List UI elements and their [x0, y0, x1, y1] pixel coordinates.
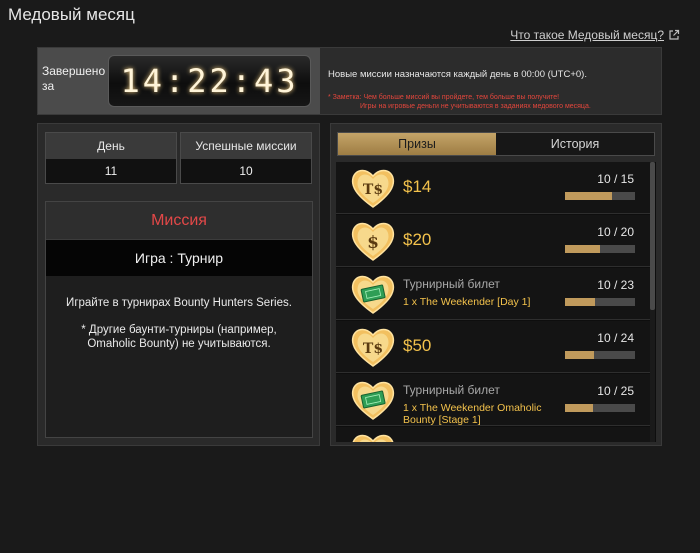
mission-note: * Заметка: Чем больше миссий вы пройдете… — [328, 93, 658, 111]
progress-bar — [565, 245, 635, 253]
countdown-box: Завершено за 14:22:43 — [38, 48, 320, 114]
mission-text-2: * Другие баунти-турниры (например, Omaho… — [81, 324, 277, 350]
mission-schedule-info: Новые миссии назначаются каждый день в 0… — [328, 69, 587, 80]
prize-row: T$ — [336, 427, 651, 442]
prize-description: 1 x The Weekender Omaholic Bounty [Stage… — [403, 402, 542, 426]
progress-text: 10 / 23 — [597, 278, 634, 292]
day-stat: День 11 — [45, 132, 177, 184]
mission-title: Миссия — [46, 202, 312, 240]
progress-text: 10 / 20 — [597, 225, 634, 239]
progress-fill — [565, 298, 596, 306]
progress-fill — [565, 404, 593, 412]
success-label: Успешные миссии — [181, 133, 311, 159]
prize-row: Турнирный билет 1 x The Weekender [Day 1]… — [336, 268, 651, 320]
progress-text: 10 / 25 — [597, 384, 634, 398]
ticket-heart-icon — [350, 379, 396, 421]
success-value: 10 — [239, 164, 253, 178]
mission-text-1: Играйте в турнирах Bounty Hunters Series… — [66, 297, 292, 309]
prize-amount: $50 — [403, 336, 432, 355]
note-line-2: Игры на игровые деньги не учитываются в … — [360, 103, 591, 110]
ts-heart-icon: T$ — [350, 326, 396, 368]
progress-text: 10 / 24 — [597, 331, 634, 345]
svg-text:T$: T$ — [363, 182, 383, 198]
scrollbar[interactable] — [650, 162, 655, 442]
timer-text: 14:22:43 — [120, 62, 299, 100]
scroll-thumb[interactable] — [650, 162, 655, 310]
progress-bar — [565, 192, 635, 200]
mission-game: Игра : Турнир — [46, 240, 312, 276]
progress-bar — [565, 351, 635, 359]
mission-description: Играйте в турнирах Bounty Hunters Series… — [46, 276, 312, 437]
progress-bar — [565, 298, 635, 306]
prize-description: 1 x The Weekender [Day 1] — [403, 296, 531, 308]
prize-amount: $20 — [403, 230, 432, 249]
tabs: Призы История — [337, 132, 655, 156]
ts-heart-icon: T$ — [350, 432, 396, 442]
prize-row: $ $20 10 / 20 — [336, 215, 651, 267]
tab-history[interactable]: История — [496, 133, 654, 155]
dollar-heart-icon: $ — [350, 220, 396, 262]
left-panel: День 11 Успешные миссии 10 Миссия Игра :… — [37, 123, 320, 446]
progress-fill — [565, 245, 600, 253]
progress-bar — [565, 404, 635, 412]
prize-row: Турнирный билет 1 x The Weekender Omaholi… — [336, 374, 651, 426]
ends-label: Завершено за — [42, 64, 106, 93]
mission-card: Миссия Игра : Турнир Играйте в турнирах … — [45, 201, 313, 438]
day-label: День — [46, 133, 176, 159]
svg-text:T$: T$ — [363, 341, 383, 357]
progress-fill — [565, 192, 612, 200]
prize-type: Турнирный билет — [403, 277, 500, 291]
prize-row: T$ $14 10 / 15 — [336, 162, 651, 214]
help-link[interactable]: Что такое Медовый месяц? — [510, 28, 664, 42]
prize-row: T$ $50 10 / 24 — [336, 321, 651, 373]
prize-amount: $14 — [403, 177, 432, 196]
progress-fill — [565, 351, 595, 359]
ts-heart-icon: T$ — [350, 167, 396, 209]
right-panel: Призы История T$ $14 10 / 15 $ $20 10 / 20 Тур… — [330, 123, 662, 446]
progress-text: 10 / 15 — [597, 172, 634, 186]
external-link-icon[interactable] — [668, 29, 680, 41]
day-value: 11 — [104, 164, 118, 178]
countdown-timer: 14:22:43 — [108, 55, 311, 107]
ticket-heart-icon — [350, 273, 396, 315]
note-line-1: * Заметка: Чем больше миссий вы пройдете… — [328, 94, 560, 101]
prize-type: Турнирный билет — [403, 383, 500, 397]
top-banner: Завершено за 14:22:43 Новые миссии назна… — [37, 47, 662, 115]
svg-text:$: $ — [367, 233, 379, 253]
prize-list: T$ $14 10 / 15 $ $20 10 / 20 Турнирный билет 1 … — [336, 162, 656, 442]
tab-prizes[interactable]: Призы — [338, 133, 496, 155]
success-stat: Успешные миссии 10 — [180, 132, 312, 184]
page-title: Медовый месяц — [8, 5, 135, 24]
